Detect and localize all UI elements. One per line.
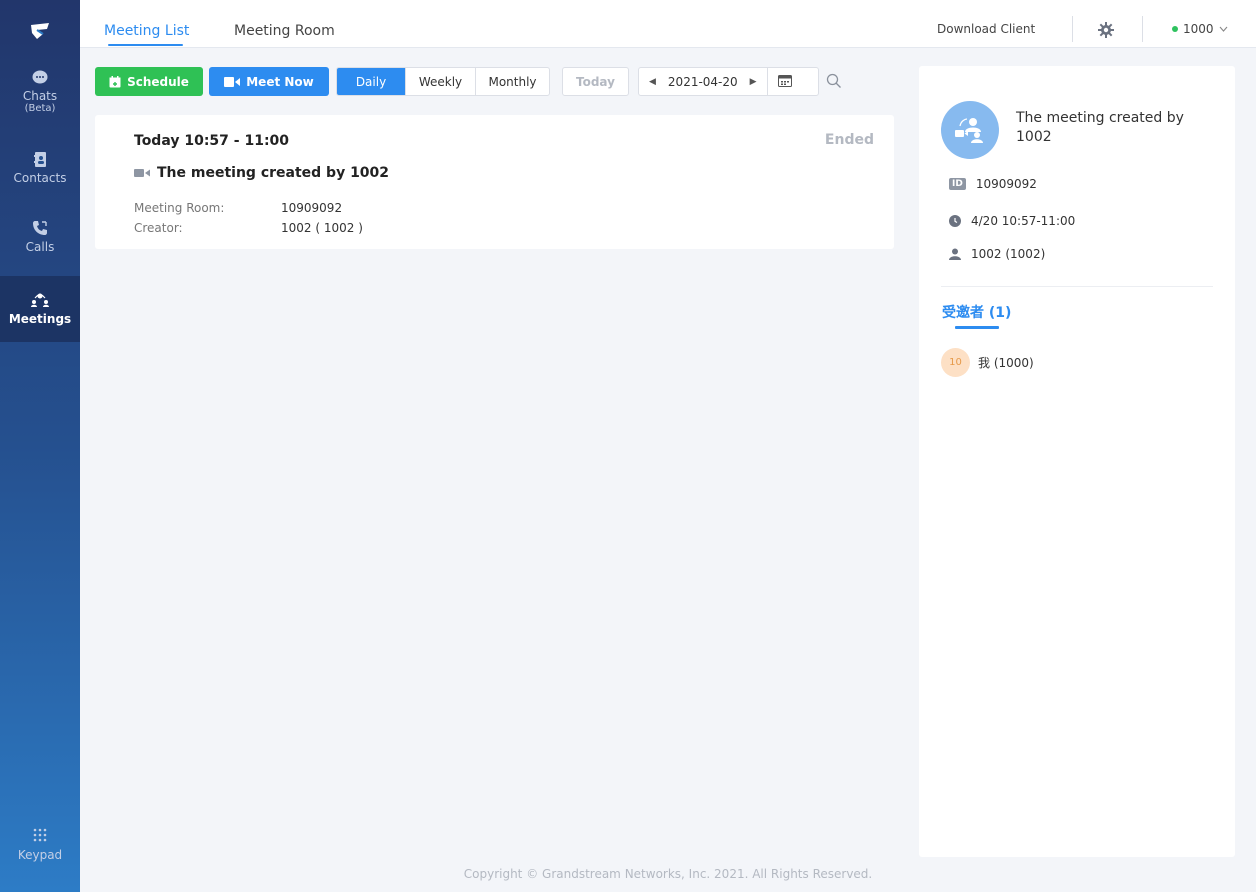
invitee-list-item: 10 我 (1000)	[941, 348, 1034, 377]
schedule-label: Schedule	[127, 74, 189, 89]
meeting-room-label: Meeting Room:	[134, 201, 225, 215]
current-date: 2021-04-20	[667, 74, 738, 89]
user-extension: 1000	[1183, 22, 1214, 36]
date-picker: ◀ 2021-04-20 ▶	[638, 67, 819, 96]
meeting-detail-panel: The meeting created by 1002 ID 10909092 …	[919, 66, 1235, 857]
meet-now-label: Meet Now	[246, 74, 314, 89]
grandstream-logo[interactable]	[0, 0, 80, 62]
online-status-dot	[1172, 26, 1178, 32]
meeting-status-badge: Ended	[824, 132, 874, 148]
sidebar-item-label: Keypad	[17, 848, 63, 862]
user-menu[interactable]: 1000	[1172, 22, 1228, 36]
tab-meeting-list[interactable]: Meeting List	[104, 0, 189, 48]
divider	[766, 67, 768, 96]
meeting-time: Today 10:57 - 11:00	[134, 133, 290, 149]
sidebar-item-label: Chats	[22, 89, 58, 103]
chat-bubble-icon	[32, 70, 48, 84]
creator-value: 1002 ( 1002 )	[281, 221, 363, 235]
detail-meeting-title: The meeting created by 1002	[1016, 110, 1184, 145]
next-day-icon[interactable]: ▶	[750, 77, 757, 87]
view-switcher: Daily Weekly Monthly	[336, 67, 550, 96]
sidebar-item-label: Contacts	[13, 171, 67, 185]
detail-meeting-time: 4/20 10:57-11:00	[971, 214, 1076, 228]
sidebar: Chats (Beta) Contacts Calls Meetings Key…	[0, 0, 80, 892]
meeting-title-text: The meeting created by 1002	[157, 165, 390, 181]
divider	[1072, 16, 1073, 42]
divider	[941, 286, 1213, 287]
detail-id-row: ID 10909092	[949, 177, 1037, 191]
today-button[interactable]: Today	[562, 67, 629, 96]
calendar-icon[interactable]	[777, 74, 792, 90]
meeting-title: The meeting created by 1002	[134, 165, 389, 181]
sidebar-item-label: Meetings	[8, 312, 72, 326]
sidebar-item-calls[interactable]: Calls	[0, 220, 80, 268]
clock-icon	[949, 215, 961, 227]
view-weekly-button[interactable]: Weekly	[405, 68, 475, 95]
creator-label: Creator:	[134, 221, 183, 235]
tab-invitees[interactable]: 受邀者 (1)	[942, 302, 1011, 322]
tab-label: Meeting Room	[234, 23, 335, 39]
meet-now-button[interactable]: Meet Now	[209, 67, 329, 96]
active-tab-indicator	[955, 326, 999, 329]
copyright-footer: Copyright © Grandstream Networks, Inc. 2…	[463, 867, 873, 881]
detail-time-row: 4/20 10:57-11:00	[949, 214, 1075, 228]
keypad-icon	[33, 828, 47, 842]
sidebar-item-sublabel: (Beta)	[24, 103, 56, 114]
schedule-button[interactable]: Schedule	[95, 67, 203, 96]
id-icon: ID	[949, 178, 966, 190]
meeting-room-value: 10909092	[281, 201, 343, 215]
gear-icon[interactable]	[1098, 22, 1114, 42]
detail-creator-row: 1002 (1002)	[949, 247, 1045, 261]
sidebar-item-chats[interactable]: Chats (Beta)	[0, 70, 80, 132]
prev-day-icon[interactable]: ◀	[649, 77, 656, 87]
meetings-icon	[31, 293, 49, 307]
sidebar-item-label: Calls	[25, 240, 55, 254]
search-icon[interactable]	[826, 73, 842, 93]
top-bar: Meeting List Meeting Room Download Clien…	[80, 0, 1256, 48]
sidebar-item-contacts[interactable]: Contacts	[0, 152, 80, 200]
person-icon	[949, 248, 961, 260]
view-monthly-button[interactable]: Monthly	[475, 68, 549, 95]
detail-meeting-id: 10909092	[975, 177, 1037, 191]
view-daily-button[interactable]: Daily	[337, 68, 405, 95]
contacts-book-icon	[34, 152, 46, 167]
divider	[1142, 16, 1143, 42]
tab-meeting-room[interactable]: Meeting Room	[234, 0, 335, 48]
sidebar-item-keypad[interactable]: Keypad	[0, 828, 80, 876]
video-camera-icon	[134, 169, 150, 177]
download-client-link[interactable]: Download Client	[937, 22, 1035, 36]
meeting-card[interactable]: Today 10:57 - 11:00 Ended The meeting cr…	[95, 115, 894, 249]
chevron-down-icon	[1219, 26, 1227, 32]
phone-icon	[33, 221, 47, 235]
avatar: 10	[941, 348, 970, 377]
invitee-name: 我 (1000)	[978, 356, 1034, 370]
calendar-add-icon	[109, 75, 121, 87]
tab-label: Meeting List	[104, 23, 190, 39]
detail-creator: 1002 (1002)	[971, 247, 1046, 261]
video-camera-icon	[224, 76, 241, 87]
sidebar-item-meetings[interactable]: Meetings	[0, 276, 80, 342]
meeting-avatar-icon	[941, 101, 999, 159]
active-tab-indicator	[108, 44, 184, 46]
